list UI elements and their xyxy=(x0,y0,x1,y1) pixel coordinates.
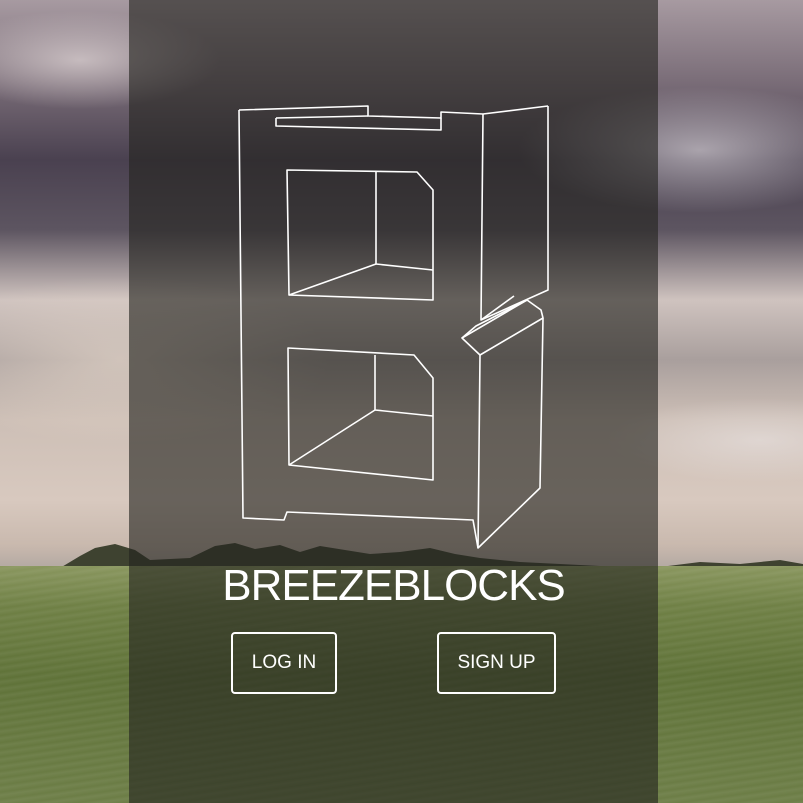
brand-name: BREEZEBLOCKS xyxy=(222,561,566,610)
login-button[interactable]: LOG IN xyxy=(231,632,337,694)
breezeblock-b-icon xyxy=(238,105,549,549)
signup-button[interactable]: SIGN UP xyxy=(437,632,556,694)
